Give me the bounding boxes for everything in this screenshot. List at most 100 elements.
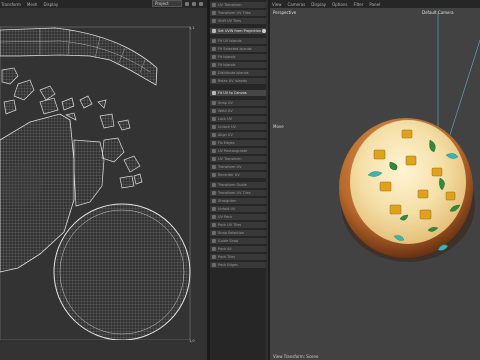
grid-icon[interactable] — [199, 1, 203, 6]
command-icon — [212, 29, 216, 33]
command-label: Fit UV Islands — [218, 39, 242, 43]
command-label: Unfold UV — [218, 207, 236, 211]
tool-label: Move — [273, 124, 284, 129]
view-label: Perspective — [273, 10, 297, 15]
camera-label[interactable]: Default Camera — [422, 10, 454, 15]
uv-canvas[interactable] — [0, 10, 195, 340]
command-item[interactable]: Fix Edges — [210, 140, 268, 147]
command-label: UV Pack — [218, 215, 233, 219]
command-item[interactable]: Fit Islands — [210, 62, 268, 69]
command-item[interactable]: UV Transform — [210, 156, 268, 163]
command-icon — [212, 199, 216, 203]
command-label: Pack Edges — [218, 263, 238, 267]
command-label: Straighten — [218, 199, 237, 203]
uv-toolbar-icons — [185, 0, 203, 6]
command-icon — [212, 191, 216, 195]
command-item[interactable]: Shift UV Tiles — [210, 18, 268, 25]
command-item[interactable]: Lock UV — [210, 116, 268, 123]
command-item[interactable]: Straighten — [210, 198, 268, 205]
pin-icon[interactable] — [185, 1, 189, 6]
command-item[interactable]: Fit Islands — [210, 54, 268, 61]
command-icon — [212, 157, 216, 161]
command-icon — [212, 101, 216, 105]
3d-viewport[interactable]: View Cameras Display Options Filter Pane… — [270, 0, 480, 360]
uv-mode-select[interactable]: Project — [152, 0, 182, 7]
command-item[interactable]: Set UVW from Projection — [210, 28, 268, 35]
command-icon — [212, 91, 216, 95]
command-icon — [212, 63, 216, 67]
command-item[interactable]: Align UV — [210, 132, 268, 139]
command-item[interactable]: Fit UV to Canvas — [210, 90, 268, 97]
command-icon — [212, 207, 216, 211]
uv-command-panel: UV Transform Transform UV Tiles Shift UV T… — [210, 0, 268, 360]
command-item[interactable]: Recenter UV — [210, 172, 268, 179]
command-icon — [212, 173, 216, 177]
command-label: UV Transform — [218, 157, 242, 161]
command-item[interactable]: Fit UV Islands — [210, 38, 268, 45]
command-label: Snap Selection — [218, 231, 245, 235]
command-label: Snap UV — [218, 101, 233, 105]
uv-editor[interactable]: Transform Mesh Display Project 1,1 1,0 — [0, 0, 207, 360]
command-item[interactable]: Pack Tiles — [210, 254, 268, 261]
command-item[interactable]: Relax UV Islands — [210, 78, 268, 85]
command-icon — [212, 231, 216, 235]
command-icon — [212, 133, 216, 137]
command-item[interactable]: Weld UV — [210, 108, 268, 115]
command-icon — [212, 141, 216, 145]
command-label: Pack UV Tiles — [218, 223, 242, 227]
command-label: Set UVW from Projection — [218, 29, 261, 33]
command-item[interactable]: Pack All — [210, 246, 268, 253]
command-icon — [212, 79, 216, 83]
command-item[interactable]: Pack Edges — [210, 262, 268, 269]
command-icon — [212, 223, 216, 227]
uv-island-disc — [53, 203, 191, 340]
command-label: Transform UV — [218, 165, 242, 169]
command-item[interactable]: Snap UV — [210, 100, 268, 107]
command-label: Fix Edges — [218, 141, 235, 145]
command-icon — [212, 3, 216, 7]
uv-menu-transform[interactable]: Transform — [1, 2, 21, 7]
uv-coord-bottom-right: 1,0 — [189, 339, 195, 343]
command-icon — [212, 125, 216, 129]
command-item[interactable]: Snap Selection — [210, 230, 268, 237]
command-item[interactable]: Pack UV Tiles — [210, 222, 268, 229]
command-label: Recenter UV — [218, 173, 240, 177]
command-icon — [212, 165, 216, 169]
settings-icon[interactable] — [192, 1, 196, 6]
command-item[interactable]: UV Transform — [210, 2, 268, 9]
command-icon — [212, 149, 216, 153]
command-item[interactable]: UV Rectangulate — [210, 148, 268, 155]
command-label: Lock UV — [218, 117, 233, 121]
command-icon — [212, 71, 216, 75]
command-label: Unlock UV — [218, 125, 236, 129]
command-icon — [212, 11, 216, 15]
command-label: Transform Guide — [218, 183, 247, 187]
command-icon — [212, 117, 216, 121]
command-item[interactable]: Guide Snap — [210, 238, 268, 245]
command-item[interactable]: Fit Selected Islands — [210, 46, 268, 53]
viewport-scene[interactable] — [270, 0, 480, 360]
command-item[interactable]: Distribute Islands — [210, 70, 268, 77]
pizza-model[interactable] — [339, 118, 475, 262]
command-item[interactable]: UV Pack — [210, 214, 268, 221]
command-item[interactable]: Unfold UV — [210, 206, 268, 213]
command-label: UV Transform — [218, 3, 242, 7]
command-item[interactable]: Unlock UV — [210, 124, 268, 131]
command-label: Fit Selected Islands — [218, 47, 252, 51]
command-label: Pack Tiles — [218, 255, 236, 259]
command-icon — [212, 263, 216, 267]
command-item[interactable]: Transform UV — [210, 164, 268, 171]
command-label: Weld UV — [218, 109, 233, 113]
view-transform-label: View Transform: Scene — [273, 354, 319, 359]
command-label: Guide Snap — [218, 239, 239, 243]
uv-menu-mesh[interactable]: Mesh — [27, 2, 38, 7]
command-item[interactable]: Transform UV Tiles — [210, 10, 268, 17]
command-item[interactable]: Transform UV Tiles — [210, 190, 268, 197]
command-label: Fit UV to Canvas — [218, 91, 247, 95]
command-icon — [212, 247, 216, 251]
command-label: UV Rectangulate — [218, 149, 248, 153]
panel-scrollbar[interactable] — [266, 0, 268, 360]
command-label: Pack All — [218, 247, 232, 251]
uv-menu-display[interactable]: Display — [43, 2, 58, 7]
command-item[interactable]: Transform Guide — [210, 182, 268, 189]
